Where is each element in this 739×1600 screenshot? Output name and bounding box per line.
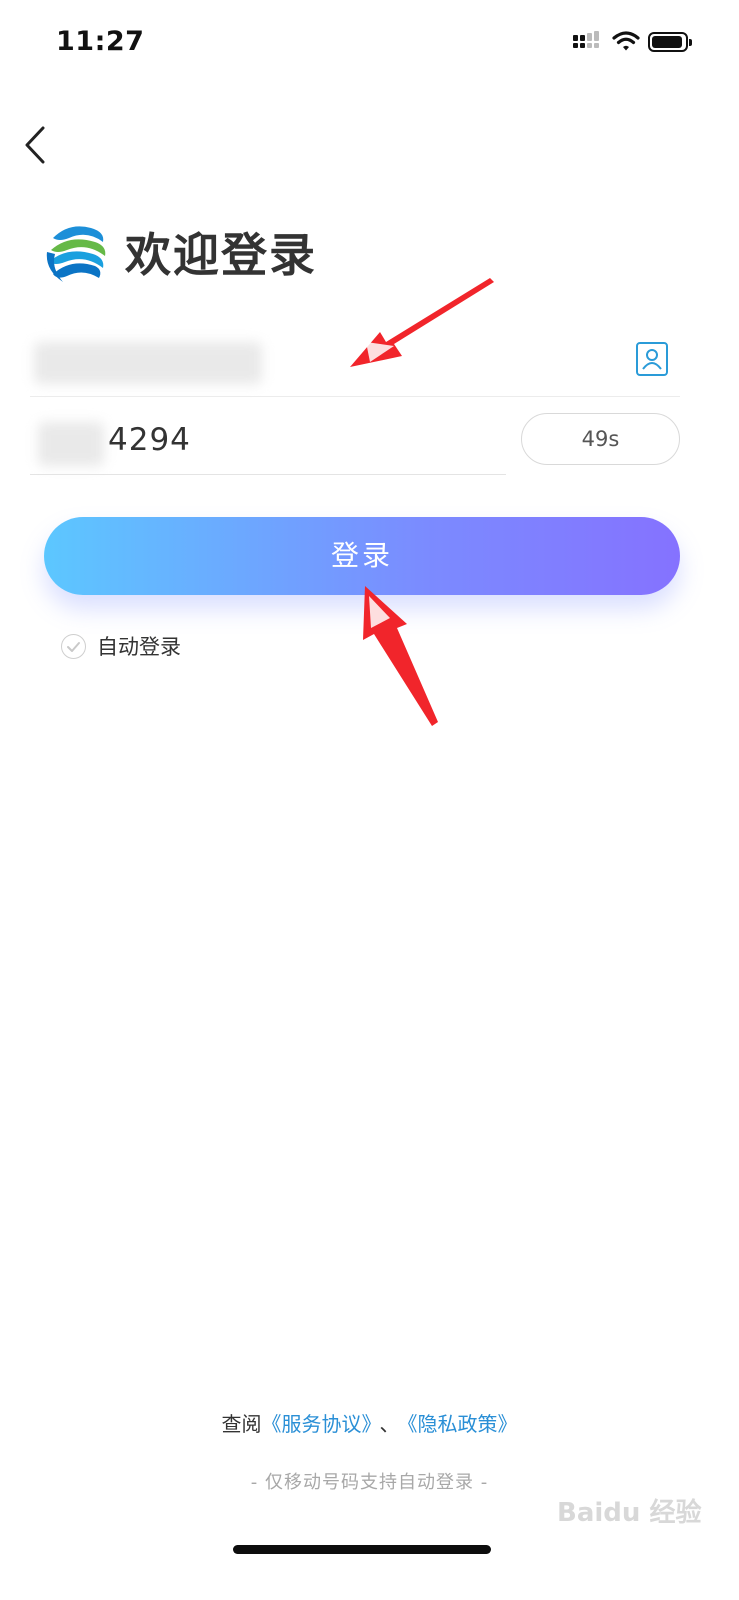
service-agreement-link[interactable]: 《服务协议》	[262, 1412, 372, 1436]
verification-code-input[interactable]: 4294	[30, 412, 506, 475]
back-button[interactable]	[18, 120, 58, 170]
home-indicator[interactable]	[233, 1545, 491, 1554]
phone-number-input[interactable]	[30, 330, 680, 397]
terms-line: 查阅《服务协议》、《隐私政策》	[0, 1408, 739, 1440]
auto-login-label: 自动登录	[97, 635, 181, 659]
checkmark-icon	[61, 634, 86, 659]
verification-code-value: 4294	[108, 422, 191, 458]
status-bar: 11:27	[0, 0, 739, 90]
obscured-code-prefix	[38, 422, 104, 466]
china-mobile-logo	[46, 226, 106, 282]
login-button[interactable]: 登录	[44, 517, 680, 595]
page-title: 欢迎登录	[125, 228, 317, 282]
baidu-watermark: Baidu 经验	[557, 1498, 702, 1528]
cellular-signal-icon	[573, 31, 603, 55]
wifi-icon	[612, 31, 640, 51]
obscured-phone-number	[34, 342, 262, 384]
terms-prefix: 查阅	[221, 1412, 262, 1436]
terms-separator: 、	[379, 1412, 400, 1436]
status-time: 11:27	[56, 26, 145, 57]
battery-icon	[648, 32, 692, 52]
privacy-policy-link[interactable]: 《隐私政策》	[408, 1412, 518, 1436]
resend-countdown-button[interactable]: 49s	[521, 413, 680, 465]
contact-book-icon[interactable]	[636, 342, 668, 376]
